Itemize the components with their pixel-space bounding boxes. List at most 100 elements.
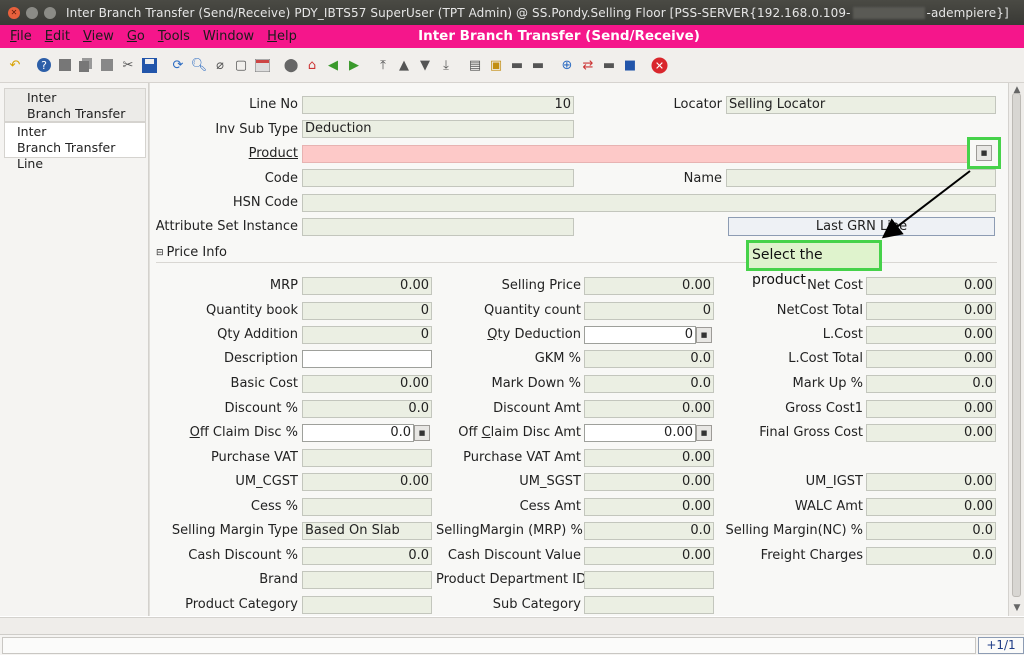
hsn-code-field[interactable] — [302, 194, 996, 212]
quantity-count-field[interactable]: 0 — [584, 302, 714, 320]
mark-down-field[interactable]: 0.0 — [584, 375, 714, 393]
maximize-window-icon[interactable] — [44, 6, 56, 19]
record-navigator[interactable]: +1/1 — [978, 637, 1024, 654]
name-field[interactable] — [726, 169, 996, 187]
refresh-icon[interactable]: ⟳ — [169, 56, 187, 74]
menu-view[interactable]: View — [83, 29, 114, 44]
cash-discount-field[interactable]: 0.0 — [302, 547, 432, 565]
chat-icon[interactable]: ▢ — [232, 56, 250, 74]
inv-sub-type-field[interactable]: Deduction — [302, 120, 574, 138]
vertical-scrollbar[interactable]: ▲ ▼ — [1008, 83, 1024, 616]
off-claim-pct-calculator-button[interactable]: ■ — [414, 425, 430, 441]
brand-field[interactable] — [302, 571, 432, 589]
locator-field[interactable]: Selling Locator — [726, 96, 996, 114]
product-label: Product — [248, 146, 298, 161]
discount-pct-label: Discount % — [224, 401, 298, 416]
lcost-total-field[interactable]: 0.00 — [866, 350, 996, 368]
menu-file[interactable]: File — [10, 29, 32, 44]
selling-margin-type-field[interactable]: Based On Slab — [302, 522, 432, 540]
code-field[interactable] — [302, 169, 574, 187]
qty-addition-field[interactable]: 0 — [302, 326, 432, 344]
menu-edit[interactable]: Edit — [45, 29, 70, 44]
mrp-field[interactable]: 0.00 — [302, 277, 432, 295]
back-arrow-icon[interactable]: ◀ — [324, 56, 342, 74]
menu-go[interactable]: Go — [127, 29, 145, 44]
cess-amt-field[interactable]: 0.00 — [584, 498, 714, 516]
net-cost-field[interactable]: 0.00 — [866, 277, 996, 295]
final-gross-cost-field[interactable]: 0.00 — [866, 424, 996, 442]
forward-arrow-icon[interactable]: ▶ — [345, 56, 363, 74]
scroll-thumb[interactable] — [1012, 93, 1021, 597]
print-preview-icon[interactable]: ▬ — [508, 56, 526, 74]
cash-discount-label: Cash Discount % — [188, 548, 298, 563]
quantity-book-field[interactable]: 0 — [302, 302, 432, 320]
product-department-field[interactable] — [584, 571, 714, 589]
archive-icon[interactable]: ▣ — [487, 56, 505, 74]
freight-charges-field[interactable]: 0.0 — [866, 547, 996, 565]
request-icon[interactable]: ▬ — [600, 56, 618, 74]
um-sgst-field[interactable]: 0.00 — [584, 473, 714, 491]
qty-deduction-field[interactable]: 0 — [584, 326, 696, 344]
print-icon[interactable]: ▬ — [529, 56, 547, 74]
menu-tools[interactable]: Tools — [158, 29, 190, 44]
last-grn-line-button[interactable]: Last GRN Line — [728, 217, 995, 236]
grid-toggle-icon[interactable] — [253, 56, 271, 74]
menu-help[interactable]: Help — [267, 29, 297, 44]
find-icon[interactable]: 🔍︎ — [190, 56, 208, 74]
exit-icon[interactable]: ✕ — [650, 56, 668, 74]
product-field[interactable] — [302, 145, 970, 163]
history-icon[interactable]: ⬤ — [282, 56, 300, 74]
product-category-field[interactable] — [302, 596, 432, 614]
previous-record-icon[interactable]: ▲ — [395, 56, 413, 74]
attribute-set-instance-field[interactable] — [302, 218, 574, 236]
first-record-icon[interactable]: ⤒ — [374, 56, 392, 74]
cash-discount-value-field[interactable]: 0.00 — [584, 547, 714, 565]
selling-price-field[interactable]: 0.00 — [584, 277, 714, 295]
minimize-window-icon[interactable] — [26, 6, 38, 19]
home-icon[interactable]: ⌂ — [303, 56, 321, 74]
off-claim-amt-calculator-button[interactable]: ■ — [696, 425, 712, 441]
qty-deduction-calculator-button[interactable]: ■ — [696, 327, 712, 343]
save-icon[interactable] — [140, 56, 158, 74]
purchase-vat-field[interactable] — [302, 449, 432, 467]
discount-pct-field[interactable]: 0.0 — [302, 400, 432, 418]
scroll-down-icon[interactable]: ▼ — [1012, 603, 1022, 613]
last-record-icon[interactable]: ⤓ — [437, 56, 455, 74]
selling-margin-nc-field[interactable]: 0.0 — [866, 522, 996, 540]
off-claim-disc-amt-field[interactable]: 0.00 — [584, 424, 696, 442]
delete-selection-icon[interactable]: ✂ — [119, 56, 137, 74]
delete-record-icon[interactable] — [98, 56, 116, 74]
um-cgst-field[interactable]: 0.00 — [302, 473, 432, 491]
sub-category-field[interactable] — [584, 596, 714, 614]
gkm-field[interactable]: 0.0 — [584, 350, 714, 368]
mark-up-field[interactable]: 0.0 — [866, 375, 996, 393]
product-info-icon[interactable]: ■ — [621, 56, 639, 74]
lcost-field[interactable]: 0.00 — [866, 326, 996, 344]
close-window-icon[interactable]: ✕ — [8, 6, 20, 19]
purchase-vat-amt-field[interactable]: 0.00 — [584, 449, 714, 467]
tab-inter-branch-transfer[interactable]: Inter Branch Transfer — [4, 88, 146, 122]
gross-cost1-field[interactable]: 0.00 — [866, 400, 996, 418]
lcost-total-label: L.Cost Total — [788, 351, 863, 366]
cess-pct-field[interactable] — [302, 498, 432, 516]
discount-amt-field[interactable]: 0.00 — [584, 400, 714, 418]
basic-cost-field[interactable]: 0.00 — [302, 375, 432, 393]
line-no-field[interactable]: 10 — [302, 96, 574, 114]
tab-inter-branch-transfer-line[interactable]: Inter Branch Transfer Line — [4, 122, 146, 171]
off-claim-disc-pct-field[interactable]: 0.0 — [302, 424, 414, 442]
netcost-total-field[interactable]: 0.00 — [866, 302, 996, 320]
walc-amt-field[interactable]: 0.00 — [866, 498, 996, 516]
attachment-icon[interactable]: ⌀ — [211, 56, 229, 74]
description-field[interactable] — [302, 350, 432, 368]
report-icon[interactable]: ▤ — [466, 56, 484, 74]
next-record-icon[interactable]: ▼ — [416, 56, 434, 74]
workflow-icon[interactable]: ⇄ — [579, 56, 597, 74]
copy-record-icon[interactable] — [77, 56, 95, 74]
um-igst-field[interactable]: 0.00 — [866, 473, 996, 491]
new-record-icon[interactable] — [56, 56, 74, 74]
zoom-across-icon[interactable]: ⊕ — [558, 56, 576, 74]
selling-margin-mrp-field[interactable]: 0.0 — [584, 522, 714, 540]
menu-window[interactable]: Window — [203, 29, 254, 44]
undo-icon[interactable]: ↶ — [6, 56, 24, 74]
help-icon[interactable]: ? — [35, 56, 53, 74]
